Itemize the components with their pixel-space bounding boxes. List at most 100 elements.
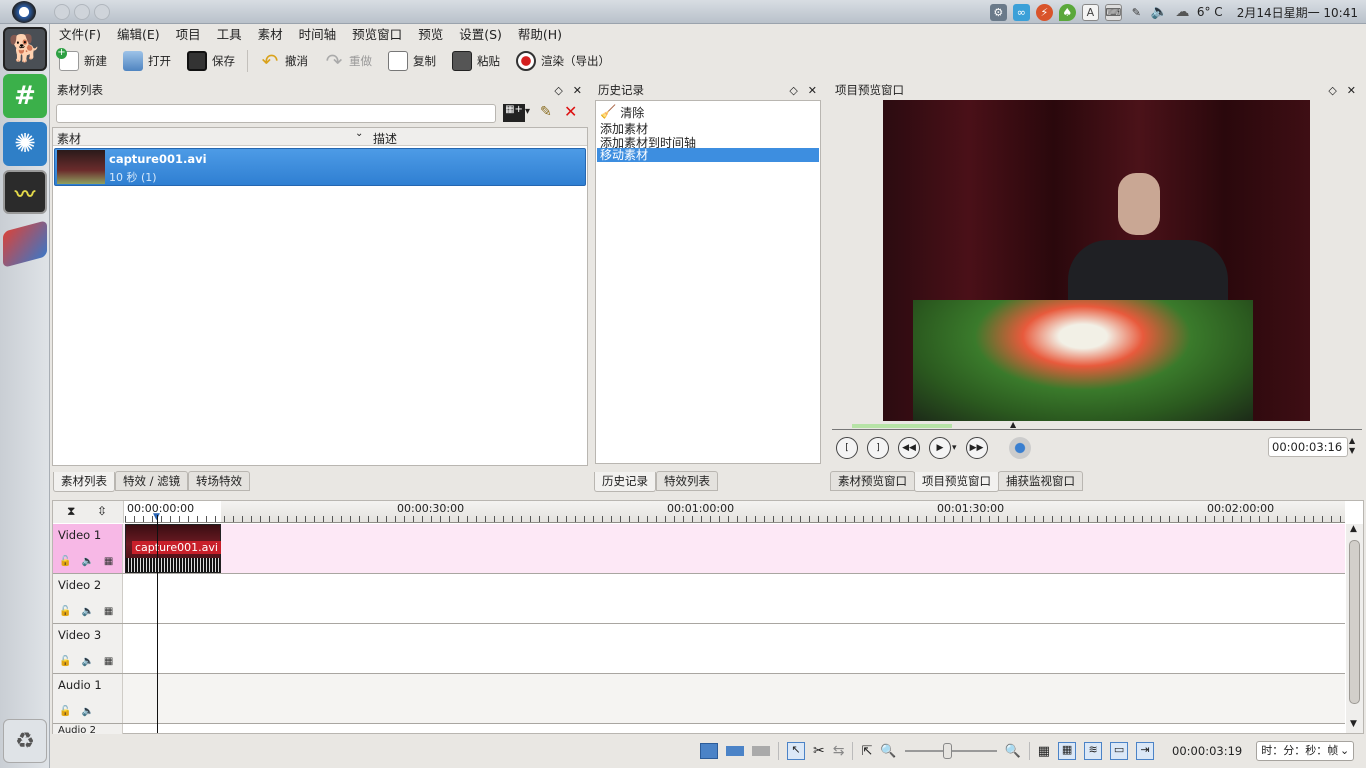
history-item-selected[interactable]: 移动素材	[597, 148, 819, 162]
set-zone-end-icon[interactable]: ]	[867, 437, 889, 459]
menu-timeline[interactable]: 时间轴	[291, 24, 345, 46]
new-button[interactable]: + 新建	[51, 47, 115, 75]
tab-effect-list[interactable]: 特效列表	[656, 471, 718, 491]
hash-launcher-icon[interactable]: #	[3, 74, 47, 118]
add-clip-icon[interactable]: ▦+	[503, 104, 525, 122]
power-icon[interactable]: ⚡	[1035, 3, 1053, 21]
zoom-out-icon[interactable]: 🔍	[880, 744, 896, 759]
zoom-slider[interactable]	[904, 743, 997, 759]
playhead-marker-icon[interactable]: ▲	[1010, 420, 1016, 429]
float-icon[interactable]: ◇	[554, 84, 562, 97]
clip-item[interactable]: capture001.avi 10 秒 (1)	[54, 148, 586, 186]
swirl-launcher-icon[interactable]: ✺	[3, 122, 47, 166]
menu-file[interactable]: 文件(F)	[51, 24, 109, 46]
float-icon[interactable]: ◇	[1328, 84, 1336, 97]
collapse-tracks-icon[interactable]: ⧗	[67, 504, 75, 519]
preview-ruler[interactable]: ▲	[832, 420, 1362, 430]
video-editor-launcher-icon[interactable]	[3, 220, 47, 268]
scroll-up-icon[interactable]: ▲	[1350, 524, 1357, 534]
lock-icon[interactable]: 🔓	[59, 556, 71, 567]
menu-help[interactable]: 帮助(H)	[510, 24, 570, 46]
tab-clip-list[interactable]: 素材列表	[53, 472, 115, 492]
scroll-down-icon[interactable]: ▼	[1350, 719, 1357, 729]
tab-record-monitor[interactable]: 捕获监视窗口	[998, 471, 1083, 491]
tab-project-monitor[interactable]: 项目预览窗口	[914, 472, 999, 492]
razor-tool-icon[interactable]: ✂	[813, 743, 825, 759]
show-markers-toggle-icon[interactable]: ▭	[1110, 742, 1129, 760]
timecode-spin-icon[interactable]: ▲ ▼	[1349, 436, 1355, 456]
menu-view[interactable]: 预览	[410, 24, 451, 46]
zoom-slider-handle[interactable]	[942, 743, 952, 759]
float-icon[interactable]: ◇	[789, 84, 797, 97]
monitor-launcher-icon[interactable]: 〰	[3, 170, 47, 214]
hide-video-icon[interactable]: ▦	[104, 556, 113, 567]
scrollbar-thumb[interactable]	[1349, 540, 1360, 704]
time-format-select[interactable]: 时：分：秒：帧 ⌄	[1256, 741, 1355, 761]
tab-transitions[interactable]: 转场特效	[188, 471, 250, 491]
mute-icon[interactable]: 🔈	[81, 656, 93, 667]
preview-timecode-field[interactable]: 00:00:03:16	[1268, 437, 1348, 457]
fit-zoom-icon[interactable]: ⇱	[861, 744, 872, 759]
menu-clip[interactable]: 素材	[250, 24, 291, 46]
delete-clip-icon[interactable]: ✕	[564, 102, 577, 121]
trash-icon[interactable]: ♻	[3, 719, 47, 763]
video-thumbnails-icon[interactable]	[700, 743, 718, 759]
text-icon[interactable]: A	[1081, 3, 1099, 21]
gimp-launcher-icon[interactable]: 🐕	[3, 27, 47, 71]
render-button[interactable]: 渲染（导出）	[508, 47, 618, 75]
window-close-icon[interactable]	[54, 4, 70, 20]
tab-clip-monitor[interactable]: 素材预览窗口	[830, 471, 915, 491]
chevron-down-icon[interactable]: ▾	[525, 106, 530, 117]
menu-edit[interactable]: 编辑(E)	[109, 24, 168, 46]
save-button[interactable]: 保存	[179, 47, 243, 75]
mute-icon[interactable]: 🔈	[81, 556, 93, 567]
keyboard-icon[interactable]: ⌨	[1104, 3, 1122, 21]
markers-icon[interactable]	[752, 746, 770, 756]
hide-video-icon[interactable]: ▦	[104, 656, 113, 667]
lock-icon[interactable]: 🔓	[59, 706, 71, 717]
undo-button[interactable]: ↶ 撤消	[252, 47, 316, 75]
zoom-in-icon[interactable]: 🔍	[1005, 744, 1021, 759]
rewind-icon[interactable]: ◀◀	[898, 437, 920, 459]
close-icon[interactable]: ✕	[573, 84, 582, 97]
timeline-ruler[interactable]: 00:00:00:00 00:00:30:00 00:01:00:00 00:0…	[125, 501, 1345, 523]
snap-icon[interactable]: ▦	[1038, 744, 1050, 759]
expand-tracks-icon[interactable]: ⇳	[97, 504, 107, 518]
ripple-toggle-icon[interactable]: ⇥	[1136, 742, 1155, 760]
menu-tools[interactable]: 工具	[209, 24, 250, 46]
start-menu-icon[interactable]	[12, 1, 36, 23]
pen-icon[interactable]: ✎	[1128, 4, 1145, 21]
redo-button[interactable]: ↷ 重做	[316, 47, 380, 75]
hide-video-icon[interactable]: ▦	[104, 606, 113, 617]
menu-project[interactable]: 项目	[168, 24, 209, 46]
col-clip[interactable]: 素材	[57, 130, 81, 147]
video-thumbs-toggle-icon[interactable]: ▦	[1058, 742, 1077, 760]
close-icon[interactable]: ✕	[1347, 84, 1356, 97]
window-minimize-icon[interactable]	[74, 4, 90, 20]
window-maximize-icon[interactable]	[94, 4, 110, 20]
close-icon[interactable]: ✕	[808, 84, 817, 97]
audio-thumbnails-icon[interactable]	[726, 746, 744, 756]
tab-effects[interactable]: 特效 / 滤镜	[115, 471, 189, 491]
spacer-tool-icon[interactable]: ⇆	[833, 743, 845, 759]
network-manager-icon[interactable]: ⚙	[989, 3, 1007, 21]
selection-tool-icon[interactable]: ↖	[787, 742, 805, 760]
timeline-playhead[interactable]	[157, 515, 158, 733]
lock-icon[interactable]: 🔓	[59, 606, 71, 617]
history-item[interactable]: 🧹 清除	[600, 104, 644, 121]
sync-icon[interactable]: ∞	[1012, 3, 1030, 21]
sort-chevron-icon[interactable]: ⌄	[355, 128, 363, 139]
tab-history[interactable]: 历史记录	[594, 472, 656, 492]
menu-settings[interactable]: 设置(S)	[451, 24, 510, 46]
mute-icon[interactable]: 🔈	[81, 706, 93, 717]
lock-icon[interactable]: 🔓	[59, 656, 71, 667]
monitor-settings-icon[interactable]	[1008, 437, 1031, 459]
open-button[interactable]: 打开	[115, 47, 179, 75]
paste-button[interactable]: 粘贴	[444, 47, 508, 75]
col-description[interactable]: 描述	[373, 130, 397, 147]
forward-icon[interactable]: ▶▶	[965, 437, 988, 459]
copy-button[interactable]: 复制	[380, 47, 444, 75]
clip-search-input[interactable]	[56, 104, 496, 123]
mute-icon[interactable]: 🔈	[81, 606, 93, 617]
clock[interactable]: 2月14日星期一 10:41	[1237, 4, 1358, 21]
